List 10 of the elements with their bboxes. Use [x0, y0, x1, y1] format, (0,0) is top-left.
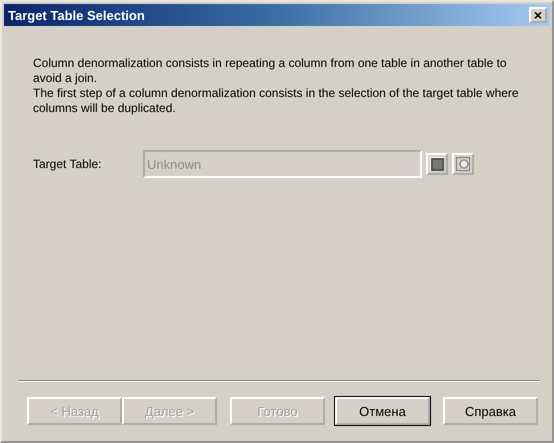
square-icon — [430, 157, 444, 171]
description-text: The first step of a column denormalization consists in the selection of the target table where columns will be duplicated. — [33, 86, 520, 116]
select-button[interactable] — [426, 153, 448, 175]
window-title: Target Table Selection — [8, 8, 145, 22]
properties-button[interactable] — [452, 153, 474, 175]
field-label: Target Table: — [33, 157, 102, 171]
close-button[interactable]: × — [529, 7, 547, 23]
description-text: Column denormalization consists in repeating a column from one table in another table to avoid a join. — [33, 56, 508, 86]
dialog-button[interactable]: Справка — [443, 397, 538, 425]
dialog-button[interactable]: Отмена — [335, 397, 430, 425]
